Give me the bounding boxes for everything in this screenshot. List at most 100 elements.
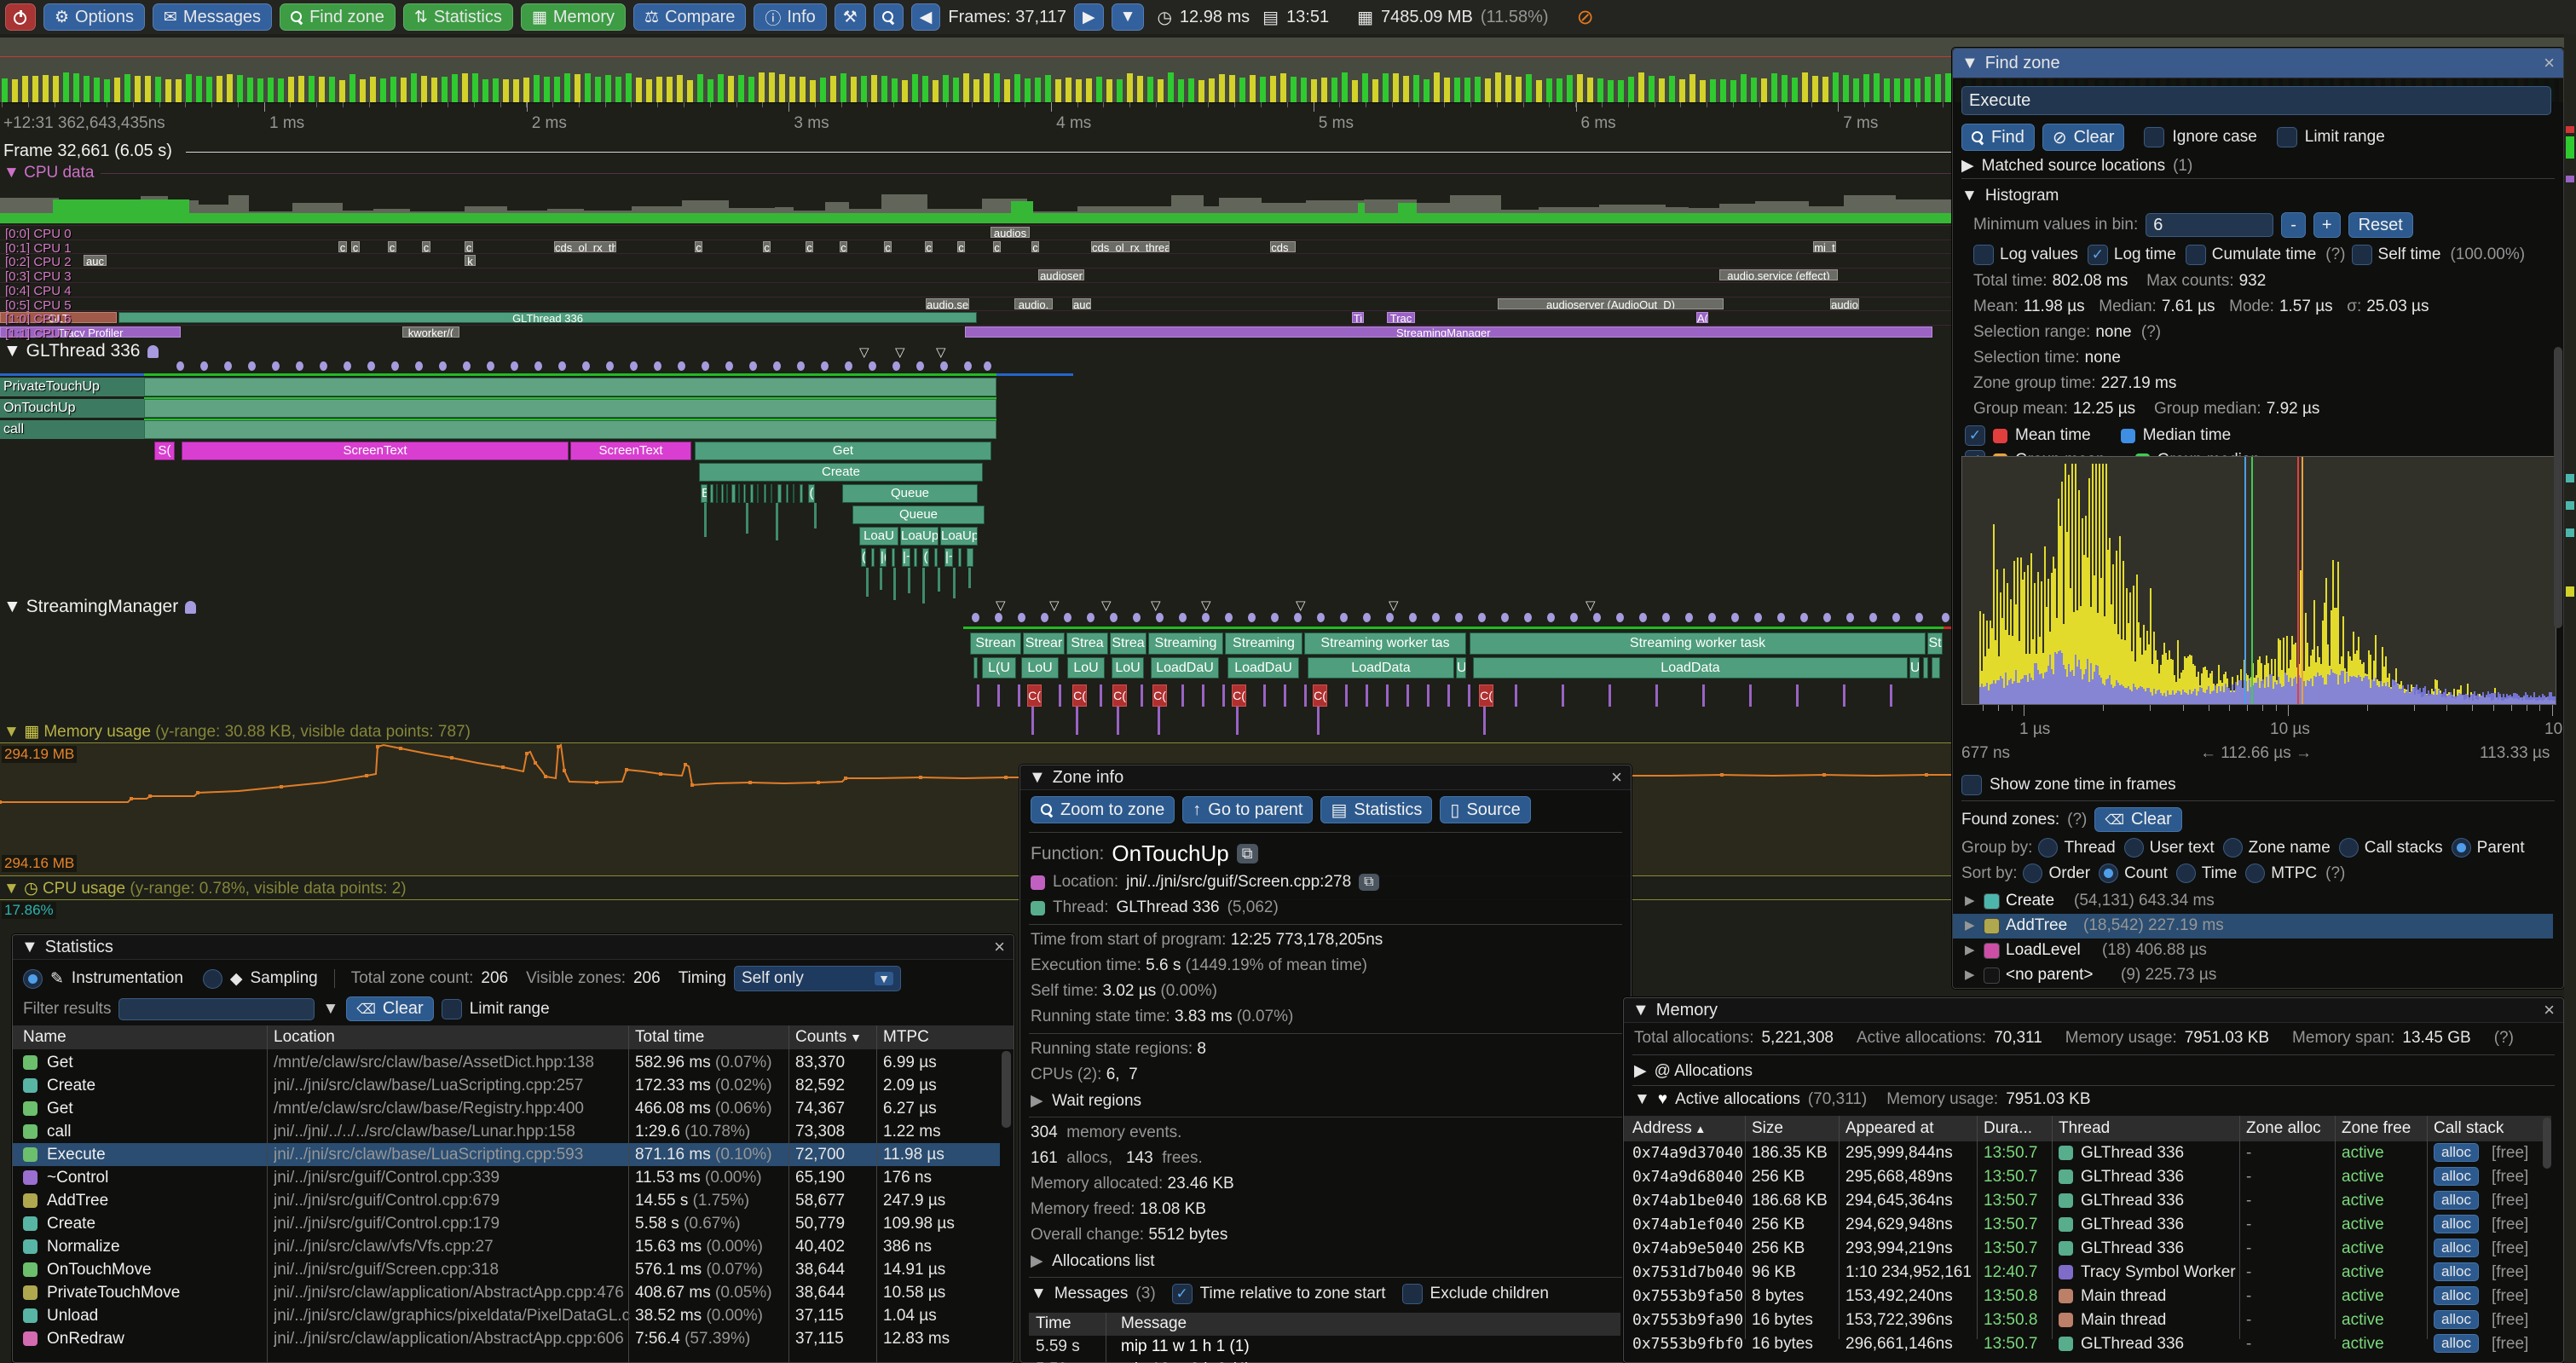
frame-bar[interactable]	[1229, 75, 1235, 102]
free-callstack-link[interactable]: [free]	[2492, 1192, 2528, 1210]
plot-area-cpu[interactable]	[0, 899, 1954, 900]
sample-dot[interactable]	[984, 361, 991, 371]
frame-bar[interactable]	[769, 72, 775, 102]
funnel-icon[interactable]: ▼	[322, 1000, 338, 1019]
frame-bar[interactable]	[1352, 80, 1358, 102]
frame-bar[interactable]	[503, 79, 509, 102]
stream-zone-loaddata[interactable]: LoU	[1112, 657, 1144, 679]
gl-child-zone-([interactable]: (	[808, 484, 815, 503]
frame-bar[interactable]	[1311, 79, 1317, 102]
gl-child-zone[interactable]	[892, 548, 895, 567]
frame-bar[interactable]	[892, 78, 898, 102]
frame-bar[interactable]	[718, 74, 724, 102]
table-row[interactable]: Executejni/../jni/src/claw/base/LuaScrip…	[13, 1143, 1000, 1166]
memory-titlebar[interactable]: ▼ Memory ×	[1624, 998, 2563, 1023]
stream-zone-error[interactable]: C(	[1479, 684, 1493, 707]
column-header-zone-free[interactable]: Zone free	[2342, 1119, 2411, 1138]
frame-bar[interactable]	[984, 73, 990, 102]
sample-dot[interactable]	[1662, 613, 1670, 622]
sample-dot[interactable]	[1869, 613, 1877, 622]
frame-bar[interactable]	[779, 74, 785, 102]
gl-child-zone[interactable]	[871, 548, 875, 567]
frame-bar[interactable]	[73, 73, 79, 102]
gl-child-zone[interactable]	[914, 548, 917, 567]
sample-dot[interactable]	[972, 613, 979, 622]
frame-bar[interactable]	[1700, 80, 1706, 102]
frame-bar[interactable]	[411, 73, 417, 102]
gl-child-zone[interactable]	[743, 484, 746, 503]
close-icon[interactable]: ×	[1611, 766, 1622, 788]
sample-dot[interactable]	[1294, 613, 1302, 622]
frame-bar[interactable]	[1751, 78, 1757, 102]
frame-bar[interactable]	[1577, 74, 1583, 102]
sample-dot[interactable]	[773, 361, 781, 371]
frame-bar[interactable]	[135, 76, 141, 102]
frame-bar[interactable]	[1802, 72, 1808, 102]
sample-dot[interactable]	[1915, 613, 1923, 622]
sample-dot[interactable]	[1846, 613, 1854, 622]
sample-dot[interactable]	[511, 361, 518, 371]
sample-dot[interactable]	[1777, 613, 1785, 622]
sample-dot[interactable]	[296, 361, 303, 371]
gl-child-zone[interactable]	[716, 484, 718, 503]
column-header-mtpc[interactable]: MTPC	[883, 1028, 929, 1047]
cpu-zone-c[interactable]: c	[957, 241, 965, 252]
frame-bar[interactable]	[1884, 78, 1890, 102]
sample-dot[interactable]	[200, 361, 208, 371]
legend-checkbox[interactable]: ✓	[1965, 425, 1985, 446]
frame-bar[interactable]	[1679, 79, 1685, 102]
frame-bar[interactable]	[1014, 74, 1020, 102]
stream-zone-worker-task[interactable]: Streaming worker tas	[1304, 632, 1466, 655]
free-callstack-link[interactable]: [free]	[2492, 1311, 2528, 1330]
frame-bar[interactable]	[493, 78, 499, 102]
sample-dot[interactable]	[1524, 613, 1532, 622]
frame-bar[interactable]	[544, 77, 550, 102]
frame-bar[interactable]	[94, 78, 100, 102]
frame-bar[interactable]	[1158, 79, 1164, 102]
frame-bar[interactable]	[810, 80, 816, 102]
expand-icon[interactable]: ▶	[1965, 967, 1975, 982]
hint[interactable]: (?)	[2067, 811, 2087, 829]
frame-bar[interactable]	[1454, 78, 1460, 102]
cpu-zone-c[interactable]: c	[422, 241, 430, 252]
cpu-zone-audio[interactable]: audio	[1830, 298, 1859, 309]
frame-bar[interactable]	[1608, 80, 1614, 102]
frame-bar[interactable]	[12, 79, 18, 102]
frame-bar[interactable]	[523, 78, 529, 102]
column-header-counts[interactable]: Counts ▼	[795, 1028, 862, 1047]
stream-zone-error[interactable]: C(	[1313, 684, 1327, 707]
copy-icon[interactable]: ⧉	[1237, 844, 1258, 863]
message-row[interactable]: 5.59 smip 10 w 2 h 2 (4)	[1029, 1359, 1620, 1363]
frame-bar[interactable]	[943, 75, 949, 102]
sample-dot[interactable]	[344, 361, 351, 371]
frame-bar[interactable]	[677, 75, 683, 102]
cpu-zone-audio.se[interactable]: audio.se	[926, 298, 969, 309]
message-marker-icon[interactable]: ▽	[1389, 598, 1399, 613]
frame-bar[interactable]	[104, 79, 110, 102]
sample-dot[interactable]	[845, 361, 852, 371]
column-header-call-stack[interactable]: Call stack	[2434, 1119, 2504, 1138]
timing-dropdown[interactable]: Self only▼	[734, 966, 901, 991]
gl-child-zone-E[interactable]: E	[701, 484, 708, 503]
sample-dot[interactable]	[892, 361, 900, 371]
sample-dot[interactable]	[1110, 613, 1118, 622]
frame-bar[interactable]	[329, 77, 335, 102]
message-marker-icon[interactable]: ▽	[1101, 598, 1112, 613]
message-marker-icon[interactable]: ▽	[1049, 598, 1060, 613]
alloc-callstack-button[interactable]: alloc	[2434, 1191, 2479, 1210]
frame-bar[interactable]	[1260, 77, 1266, 102]
cpu-zone-kworker/([interactable]: kworker/(	[402, 326, 459, 338]
collapse-icon[interactable]: ▼	[1029, 768, 1046, 788]
frame-bar[interactable]	[1413, 75, 1419, 102]
sample-dot[interactable]	[1202, 613, 1210, 622]
stream-zone-loaddata[interactable]: LoadData	[1308, 657, 1454, 679]
sample-dot[interactable]	[582, 361, 590, 371]
stream-zone-loaddata[interactable]: LoU	[1021, 657, 1059, 679]
frame-bar[interactable]	[1045, 75, 1051, 102]
sample-dot[interactable]	[1386, 613, 1394, 622]
toolbar-button-statistics[interactable]: ⇅Statistics	[403, 3, 513, 31]
cpu-zone-c[interactable]: c	[763, 241, 771, 252]
clear-button[interactable]: ⊘Clear	[2042, 124, 2125, 151]
sample-dot[interactable]	[1455, 613, 1463, 622]
frame-bar[interactable]	[22, 76, 28, 102]
